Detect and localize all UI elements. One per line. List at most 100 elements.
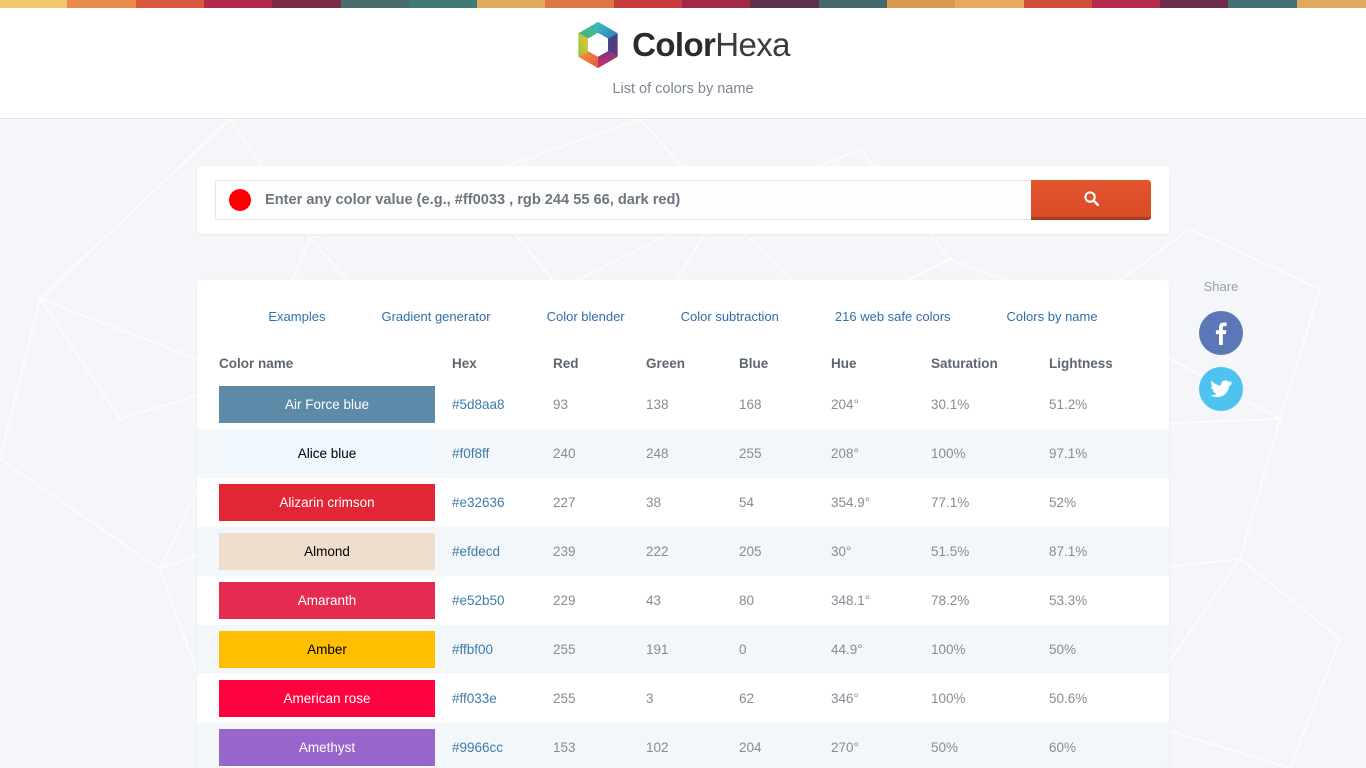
cell-hex[interactable]: #5d8aa8 (452, 380, 553, 429)
column-header-green: Green (646, 356, 686, 371)
cell-color-swatch[interactable]: Amaranth (197, 576, 452, 625)
cell-saturation: 78.2% (931, 593, 970, 608)
hexagon-rainbow-logo-icon (578, 21, 618, 69)
cell-hex[interactable]: #ff033e (452, 674, 553, 723)
cell-green: 43 (646, 593, 662, 608)
hex-link[interactable]: #f0f8ff (452, 446, 489, 461)
site-header: ColorHexa List of colors by name (0, 0, 1366, 119)
table-row[interactable]: Almond #efdecd 239 222 205 30° 51.5% 87.1% (197, 527, 1169, 576)
nav-link-216-web-safe-colors[interactable]: 216 web safe colors (807, 309, 979, 324)
cell-green: 38 (646, 495, 662, 510)
color-swatch-label: Amaranth (219, 582, 435, 619)
cell-red: 255 (553, 691, 576, 706)
cell-red: 93 (553, 397, 569, 412)
nav-link-color-subtraction[interactable]: Color subtraction (653, 309, 807, 324)
hex-link[interactable]: #9966cc (452, 740, 503, 755)
rainbow-segment (67, 0, 138, 8)
cell-lightness: 97.1% (1049, 446, 1088, 461)
cell-hex[interactable]: #e32636 (452, 478, 553, 527)
cell-blue: 54 (739, 495, 755, 510)
color-swatch-label: Air Force blue (219, 386, 435, 423)
nav-link-gradient-generator[interactable]: Gradient generator (353, 309, 518, 324)
rainbow-segment (750, 0, 821, 8)
rainbow-segment (955, 0, 1026, 8)
hex-link[interactable]: #e32636 (452, 495, 505, 510)
color-swatch-label: Amber (219, 631, 435, 668)
cell-red: 153 (553, 740, 576, 755)
search-field-wrap[interactable] (215, 180, 1031, 220)
rainbow-segment (272, 0, 343, 8)
hex-link[interactable]: #efdecd (452, 544, 500, 559)
cell-color-swatch[interactable]: Air Force blue (197, 380, 452, 429)
table-row[interactable]: American rose #ff033e 255 3 62 346° 100% 50.6% (197, 674, 1169, 723)
rainbow-segment (682, 0, 753, 8)
table-row[interactable]: Alice blue #f0f8ff 240 248 255 208° 100% 97.1% (197, 429, 1169, 478)
search-row (215, 180, 1151, 220)
cell-color-swatch[interactable]: Almond (197, 527, 452, 576)
nav-link-colors-by-name[interactable]: Colors by name (979, 309, 1126, 324)
hex-link[interactable]: #ffbf00 (452, 642, 493, 657)
cell-lightness: 60% (1049, 740, 1077, 755)
rainbow-segment (1023, 0, 1094, 8)
cell-blue: 62 (739, 691, 755, 706)
cell-green: 248 (646, 446, 669, 461)
cell-green: 102 (646, 740, 669, 755)
cell-blue: 0 (739, 642, 747, 657)
nav-link-color-blender[interactable]: Color blender (519, 309, 653, 324)
section-nav: Examples Gradient generator Color blender C… (197, 309, 1169, 324)
search-input[interactable] (265, 181, 1031, 219)
cell-lightness: 51.2% (1049, 397, 1088, 412)
nav-link-examples[interactable]: Examples (240, 309, 353, 324)
rainbow-segment (135, 0, 206, 8)
cell-color-swatch[interactable]: American rose (197, 674, 452, 723)
cell-hue: 346° (831, 691, 859, 706)
colors-by-name-table: Color name Hex Red Green Blue Hue Saturation Li… (197, 346, 1169, 768)
facebook-share-button[interactable] (1199, 311, 1243, 355)
cell-hex[interactable]: #ffbf00 (452, 625, 553, 674)
cell-hex[interactable]: #f0f8ff (452, 429, 553, 478)
twitter-share-button[interactable] (1199, 367, 1243, 411)
hex-link[interactable]: #ff033e (452, 691, 497, 706)
cell-color-swatch[interactable]: Amethyst (197, 723, 452, 768)
rainbow-segment (477, 0, 548, 8)
cell-hex[interactable]: #efdecd (452, 527, 553, 576)
cell-red: 239 (553, 544, 576, 559)
cell-lightness: 50.6% (1049, 691, 1088, 706)
cell-red: 240 (553, 446, 576, 461)
cell-hex[interactable]: #9966cc (452, 723, 553, 768)
cell-color-swatch[interactable]: Alice blue (197, 429, 452, 478)
cell-red: 229 (553, 593, 576, 608)
facebook-icon (1215, 322, 1227, 345)
rainbow-segment (886, 0, 958, 8)
cell-hue: 354.9° (831, 495, 871, 510)
table-row[interactable]: Amethyst #9966cc 153 102 204 270° 50% 60% (197, 723, 1169, 768)
table-row[interactable]: Air Force blue #5d8aa8 93 138 168 204° 30.1% 51… (197, 380, 1169, 429)
cell-hue: 270° (831, 740, 859, 755)
hex-link[interactable]: #5d8aa8 (452, 397, 505, 412)
color-swatch-label: Alice blue (219, 435, 435, 472)
color-swatch-label: Almond (219, 533, 435, 570)
column-header-color-name: Color name (219, 356, 294, 371)
page-subtitle: List of colors by name (612, 81, 754, 97)
cell-color-swatch[interactable]: Amber (197, 625, 452, 674)
rainbow-segment (1228, 0, 1299, 8)
color-swatch-label: Amethyst (219, 729, 435, 766)
twitter-icon (1210, 379, 1232, 397)
table-row[interactable]: Alizarin crimson #e32636 227 38 54 354.9° 77.1… (197, 478, 1169, 527)
cell-color-swatch[interactable]: Alizarin crimson (197, 478, 452, 527)
hex-link[interactable]: #e52b50 (452, 593, 505, 608)
cell-hue: 44.9° (831, 642, 863, 657)
cell-lightness: 50% (1049, 642, 1077, 657)
cell-hex[interactable]: #e52b50 (452, 576, 553, 625)
brand-logo-block[interactable]: ColorHexa (0, 21, 1366, 69)
search-button[interactable] (1031, 180, 1151, 220)
brand-wordmark: ColorHexa (632, 23, 790, 67)
cell-green: 222 (646, 544, 669, 559)
table-row[interactable]: Amber #ffbf00 255 191 0 44.9° 100% 50% (197, 625, 1169, 674)
rainbow-segment (408, 0, 480, 8)
table-row[interactable]: Amaranth #e52b50 229 43 80 348.1° 78.2% 53.3% (197, 576, 1169, 625)
share-rail: Share (1193, 279, 1249, 423)
color-preview-dot-icon (229, 189, 251, 211)
cell-blue: 168 (739, 397, 762, 412)
column-header-hex: Hex (452, 356, 477, 371)
